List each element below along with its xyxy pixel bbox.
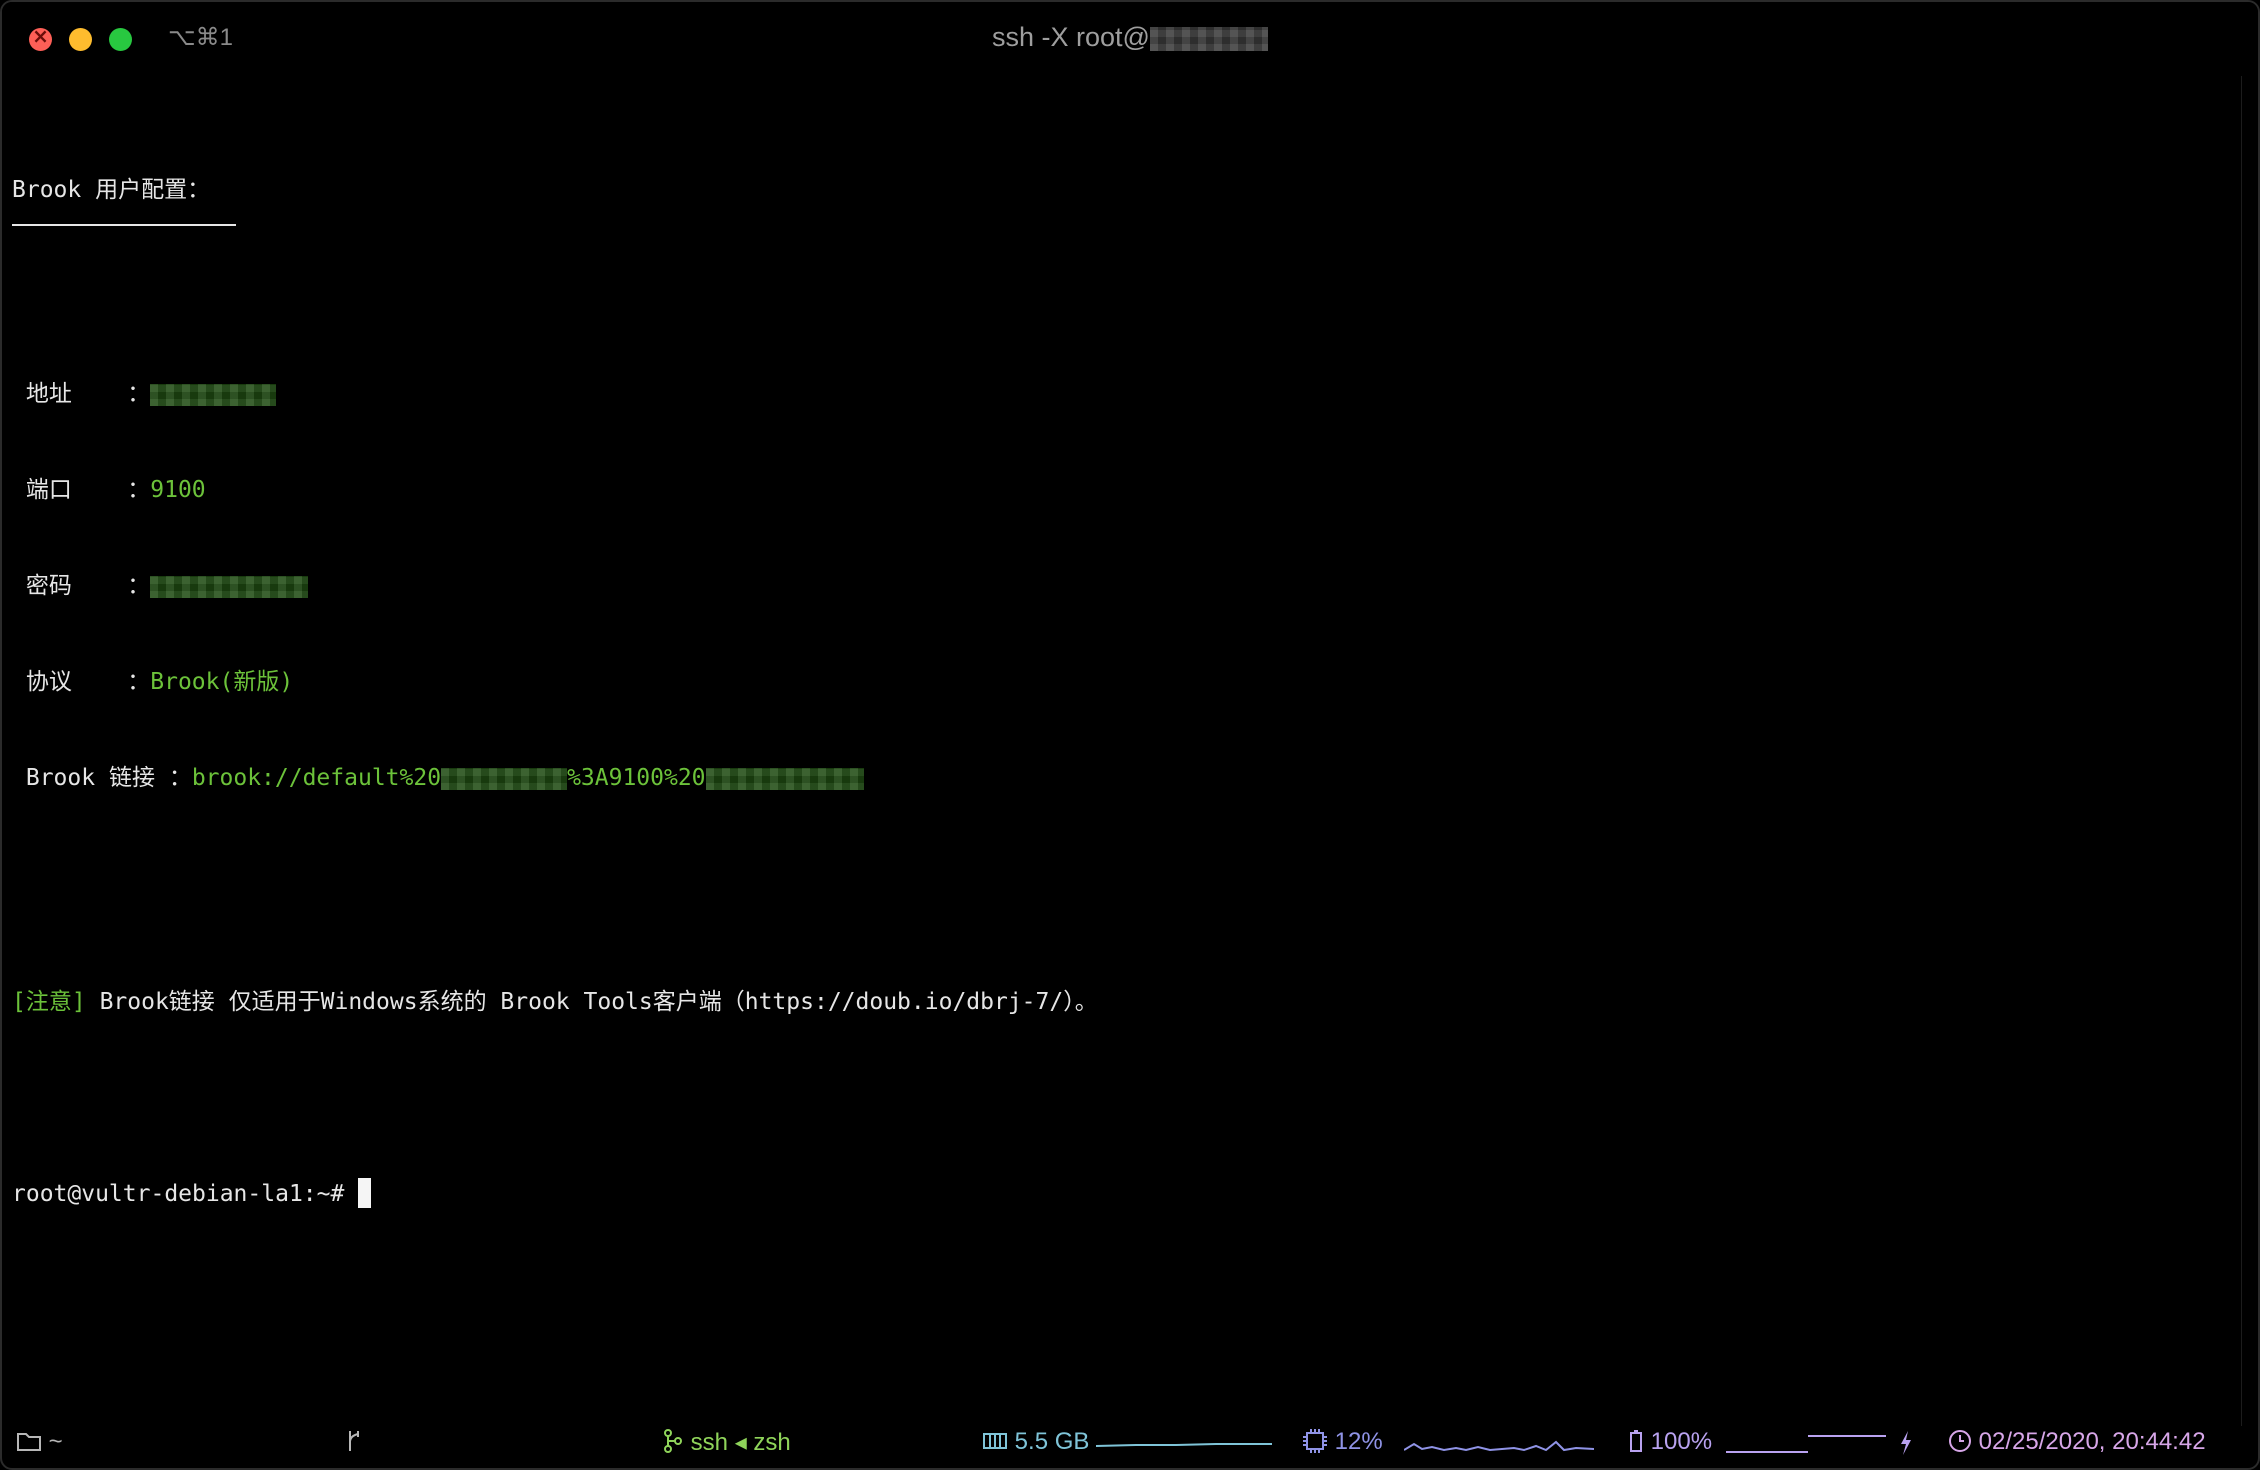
config-row-password: 密码 ：	[12, 570, 2218, 602]
config-row-address: 地址 ：	[12, 378, 2218, 410]
memory-sparkline	[1096, 1443, 1272, 1447]
note-line: [注意] Brook链接 仅适用于Windows系统的 Brook Tools客…	[12, 986, 2218, 1018]
process-icon	[664, 1429, 682, 1453]
protocol-value: Brook(新版)	[150, 669, 294, 695]
row-label: Brook 链接	[25, 765, 155, 791]
cpu-text: 12%	[1334, 1428, 1383, 1455]
terminal-output[interactable]: Brook 用户配置： 地址 ： 端口 ：9100 密码 ： 协议 ：Brook…	[12, 110, 2218, 1274]
datetime-text: 02/25/2020, 20:44:42	[1978, 1428, 2206, 1455]
prompt-line[interactable]: root@vultr-debian-la1:~#	[12, 1178, 2218, 1210]
shell-prompt: root@vultr-debian-la1:~#	[12, 1181, 359, 1207]
redacted-link-password	[705, 767, 864, 790]
heading-underline	[12, 224, 236, 226]
cpu-segment[interactable]: 12%	[1302, 1428, 1383, 1456]
note-text: Brook链接 仅适用于Windows系统的 Brook Tools客户端（ht…	[99, 989, 1098, 1015]
link-value-middle: %3A9100%20	[567, 765, 706, 791]
config-row-port: 端口 ：9100	[12, 474, 2218, 506]
git-segment[interactable]	[344, 1428, 364, 1457]
text-cursor	[358, 1178, 372, 1208]
terminal-window: ⌥⌘1 ssh -X root@ Brook 用户配置： 地址 ： 端口 ：91…	[0, 0, 2260, 1470]
clock-segment[interactable]: 02/25/2020, 20:44:42	[1948, 1428, 2206, 1456]
window-title: ssh -X root@	[2, 22, 2258, 53]
folder-icon	[17, 1433, 41, 1451]
config-heading: Brook 用户配置：	[12, 177, 211, 203]
link-value-prefix: brook://default%20	[191, 765, 442, 791]
memory-text: 5.5 GB	[1014, 1428, 1090, 1455]
row-label: 地址	[25, 381, 72, 407]
row-separator: ：	[127, 477, 151, 503]
status-bar: ~ ssh ◂ zsh 5.5 GB 12% 100% 02/25/2020, …	[2, 1416, 2258, 1468]
battery-sparkline	[1726, 1435, 1886, 1453]
config-heading-line: Brook 用户配置：	[12, 174, 2218, 226]
port-value: 9100	[150, 477, 206, 503]
clock-icon	[1949, 1430, 1971, 1452]
cpu-icon	[1303, 1429, 1327, 1453]
scrollbar-track[interactable]	[2241, 76, 2252, 1426]
job-segment[interactable]: ssh ◂ zsh	[662, 1428, 791, 1457]
row-separator: ：	[127, 573, 151, 599]
config-row-protocol: 协议 ：Brook(新版)	[12, 666, 2218, 698]
window-title-text: ssh -X root@	[992, 22, 1150, 52]
battery-segment[interactable]: 100%	[1628, 1428, 1712, 1456]
row-label: 密码	[25, 573, 72, 599]
battery-icon	[1630, 1430, 1642, 1452]
battery-text: 100%	[1650, 1428, 1713, 1455]
title-bar[interactable]: ⌥⌘1 ssh -X root@	[2, 2, 2258, 74]
row-separator: ：	[168, 765, 192, 791]
row-separator: ：	[127, 381, 151, 407]
job-text: ssh ◂ zsh	[690, 1429, 791, 1456]
redacted-address	[150, 383, 277, 406]
bolt-icon	[1901, 1431, 1911, 1455]
memory-icon	[983, 1433, 1007, 1449]
config-row-link: Brook 链接 ：brook://default%20 %3A9100%20	[12, 762, 2218, 794]
row-label: 端口	[25, 477, 72, 503]
folder-path: ~	[48, 1428, 63, 1455]
row-separator: ：	[127, 669, 151, 695]
redacted-host	[1149, 26, 1268, 51]
redacted-link-host	[441, 767, 568, 790]
row-label: 协议	[25, 669, 72, 695]
cpu-sparkline	[1404, 1440, 1594, 1452]
memory-segment[interactable]: 5.5 GB	[982, 1428, 1089, 1456]
folder-segment[interactable]: ~	[16, 1428, 63, 1456]
note-tag: [注意]	[12, 989, 86, 1015]
redacted-password	[150, 575, 309, 598]
git-branch-icon	[349, 1431, 359, 1451]
